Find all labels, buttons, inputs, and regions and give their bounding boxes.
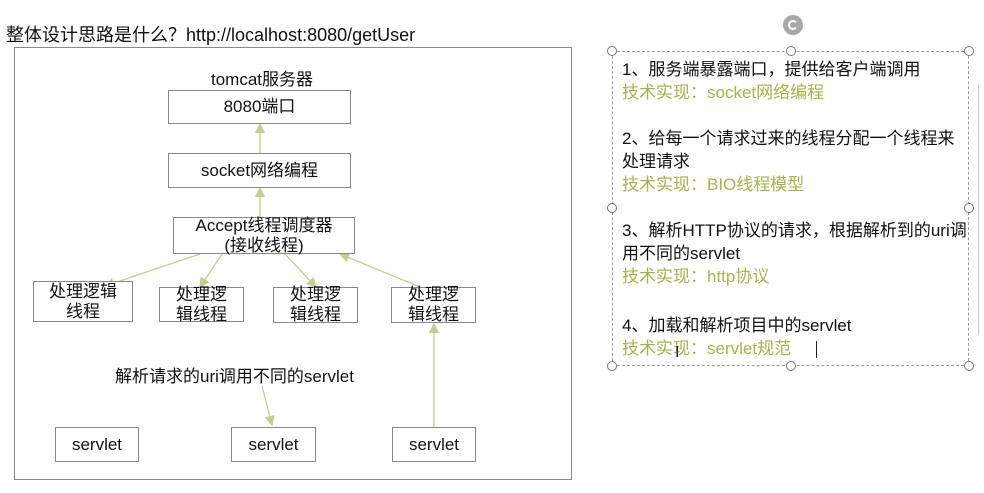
page-heading: 整体设计思路是什么？http://localhost:8080/getUser [6,25,416,45]
rotate-handle-icon[interactable] [783,15,803,35]
resize-handle[interactable] [964,203,974,213]
resize-handle[interactable] [786,46,796,56]
resize-handle[interactable] [607,203,617,213]
note-4-text: 4、加载和解析项目中的servlet [622,316,852,335]
resize-handle[interactable] [607,361,617,371]
accept-box: Accept线程调度器 (接收线程) [173,216,355,255]
note-4[interactable]: 4、加载和解析项目中的servlet 技术实现：servlet规范 [622,314,967,360]
port-box: 8080端口 [168,90,351,124]
servlet-box-2: servlet [231,427,316,462]
ibeam-cursor-icon: I [675,344,680,361]
servlet-box-3: servlet [392,427,476,462]
note-2-text: 2、给每一个请求过来的线程分配一个线程来处理请求 [622,129,955,171]
note-2[interactable]: 2、给每一个请求过来的线程分配一个线程来处理请求 技术实现：BIO线程模型 [622,127,967,196]
servlet-box-1: servlet [55,427,139,462]
edge-panel [978,85,984,335]
resize-handle[interactable] [607,46,617,56]
note-2-tech: 技术实现：BIO线程模型 [622,175,805,194]
resize-handle[interactable] [964,361,974,371]
worker-box-1: 处理逻辑 线程 [33,281,133,322]
server-label: tomcat服务器 [211,70,314,89]
worker-box-2: 处理逻 辑线程 [159,285,244,324]
parse-label: 解析请求的uri调用不同的servlet [115,367,354,386]
note-1-text: 1、服务端暴露端口，提供给客户端调用 [622,60,921,79]
note-1-tech: 技术实现：socket网络编程 [622,83,825,102]
resize-handle[interactable] [786,361,796,371]
socket-box: socket网络编程 [168,153,351,188]
note-3[interactable]: 3、解析HTTP协议的请求，根据解析到的uri调用不同的servlet 技术实现… [622,219,967,288]
text-caret [816,341,817,358]
note-4-tech: 技术实现：servlet规范 [622,339,792,358]
note-1[interactable]: 1、服务端暴露端口，提供给客户端调用 技术实现：socket网络编程 [622,58,967,104]
note-3-tech: 技术实现：http协议 [622,267,770,286]
worker-box-4: 处理逻 辑线程 [391,285,476,324]
worker-box-3: 处理逻 辑线程 [273,285,358,324]
note-3-text: 3、解析HTTP协议的请求，根据解析到的uri调用不同的servlet [622,221,967,263]
resize-handle[interactable] [964,46,974,56]
